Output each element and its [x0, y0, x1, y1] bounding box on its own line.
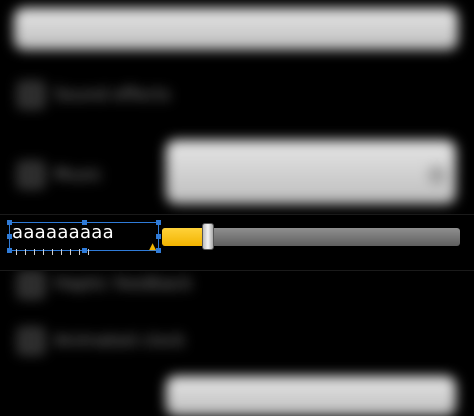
tick-mark [61, 249, 62, 255]
tick-mark [34, 249, 35, 255]
selection-handle-bottom-left[interactable] [7, 248, 12, 253]
blurred-row-label-3: Haptic feedback [54, 274, 193, 294]
selection-handle-top-right[interactable] [156, 220, 161, 225]
text-input-field[interactable]: aaaaaaaaa ▲ [7, 220, 161, 255]
focused-control-strip: aaaaaaaaa ▲ [0, 214, 474, 271]
bottom-blurred-bar [166, 376, 456, 416]
top-blurred-bar [14, 8, 458, 50]
tick-mark [88, 249, 89, 255]
selection-handle-top-middle[interactable] [82, 220, 87, 225]
text-baseline-ticks [16, 249, 89, 255]
blurred-checkbox-1 [18, 82, 44, 108]
tick-mark [52, 249, 53, 255]
selection-handle-middle-right[interactable] [156, 234, 161, 239]
tick-mark [43, 249, 44, 255]
selection-handle-top-left[interactable] [7, 220, 12, 225]
tick-mark [70, 249, 71, 255]
warning-icon: ▲ [149, 242, 156, 252]
blurred-row-label-1: Sound effects [54, 85, 171, 105]
text-input-value: aaaaaaaaa [12, 222, 114, 243]
tick-mark [79, 249, 80, 255]
blurred-checkbox-2 [18, 162, 44, 188]
slider-track[interactable] [162, 223, 460, 250]
slider-fill [162, 228, 204, 246]
blurred-row-label-4: Animated clock [54, 331, 186, 351]
tick-mark [25, 249, 26, 255]
background-settings-panel: Sound effects Music Haptic feedback Anim… [0, 0, 474, 416]
blurred-checkbox-4 [18, 328, 44, 354]
blurred-row-label-2: Music [54, 165, 103, 185]
slider-thumb[interactable] [202, 223, 214, 250]
selection-handle-middle-left[interactable] [7, 234, 12, 239]
selection-handle-bottom-right[interactable] [156, 248, 161, 253]
selection-handle-bottom-middle[interactable] [82, 248, 87, 253]
blurred-dot [428, 166, 446, 184]
blurred-checkbox-3 [18, 272, 44, 298]
tick-mark [16, 249, 17, 255]
blurred-dropdown-box [166, 140, 456, 204]
